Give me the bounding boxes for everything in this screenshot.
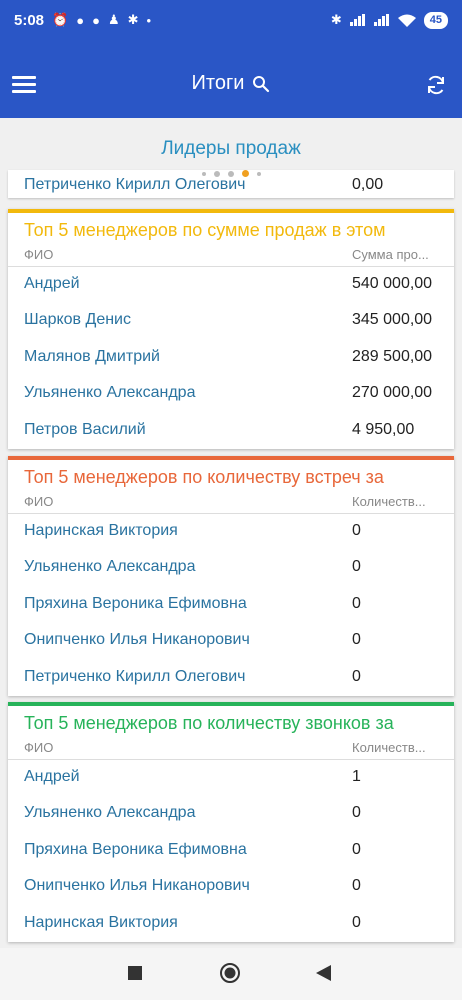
bluetooth-icon: ✱: [330, 12, 342, 27]
top-meetings-card: Топ 5 менеджеров по количеству встреч за…: [8, 456, 454, 696]
manager-value: 0: [352, 522, 361, 539]
page-title: Итоги: [191, 72, 245, 94]
table-row[interactable]: Андрей 1: [8, 760, 454, 796]
table-row[interactable]: Наринская Виктория 0: [8, 514, 454, 550]
status-time: 5:08: [14, 11, 45, 29]
table-row[interactable]: Пряхина Вероника Ефимовна 0: [8, 587, 454, 623]
status-bar: 5:08 ⏰ ● ● ♟ ✱ • ✱ 45: [0, 0, 462, 40]
facebook-icon: ●: [76, 12, 85, 28]
table-header: ФИО Сумма про...: [8, 244, 454, 267]
wifi-icon: [397, 14, 416, 27]
column-header-name: ФИО: [24, 740, 54, 755]
manager-value: 540 000,00: [352, 275, 433, 292]
manager-name: Ульяненко Александра: [24, 558, 196, 576]
page-dot[interactable]: [201, 171, 206, 176]
column-header-value: Сумма про...: [352, 247, 429, 262]
manager-value: 270 000,00: [352, 384, 433, 402]
manager-value: 4 950,00: [352, 420, 415, 438]
manager-name: Онипченко Илья Никанорович: [24, 631, 250, 649]
column-header-name: ФИО: [24, 494, 54, 509]
manager-name: Малянов Дмитрий: [24, 347, 160, 365]
refresh-icon[interactable]: [424, 73, 448, 97]
alarm-icon: ⏰: [52, 12, 69, 27]
page-dot-active[interactable]: [241, 170, 249, 178]
signal-icon-2: [373, 14, 389, 26]
more-notifications-icon: •: [146, 12, 152, 28]
card-title: Топ 5 менеджеров по количеству звонков з…: [24, 713, 394, 733]
table-row[interactable]: Шарков Денис 345 000,00: [8, 303, 454, 339]
battery-indicator: 45: [423, 11, 448, 29]
page-dot[interactable]: [227, 170, 234, 177]
table-row[interactable]: Ульяненко Александра 0: [8, 550, 454, 586]
search-icon[interactable]: [252, 75, 270, 93]
manager-name: Ульяненко Александра: [24, 384, 196, 402]
top-calls-card: Топ 5 менеджеров по количеству звонков з…: [8, 702, 454, 942]
app-bar: Итоги: [0, 40, 462, 118]
table-row[interactable]: Онипченко Илья Никанорович 0: [8, 869, 454, 905]
manager-value: 0: [352, 877, 361, 895]
manager-value: 0: [352, 558, 361, 576]
manager-value: 1: [352, 768, 361, 785]
notification-icon: ✱: [127, 12, 139, 27]
manager-value: 0: [352, 913, 361, 931]
top-sales-card: Топ 5 менеджеров по сумме продаж в этом …: [8, 209, 454, 449]
table-row[interactable]: Андрей 540 000,00: [8, 267, 454, 303]
column-header-value: Количеств...: [352, 740, 426, 755]
card-title: Топ 5 менеджеров по сумме продаж в этом: [24, 220, 386, 240]
manager-name: Наринская Виктория: [24, 522, 178, 539]
table-row[interactable]: Ульяненко Александра 0: [8, 796, 454, 832]
manager-name: Пряхина Вероника Ефимовна: [24, 840, 247, 858]
page-indicator[interactable]: [0, 165, 462, 178]
manager-value: 345 000,00: [352, 311, 433, 329]
manager-name: Шарков Денис: [24, 311, 131, 329]
system-nav-bar: [0, 948, 462, 1000]
manager-value: 0: [352, 804, 361, 822]
page-dot[interactable]: [213, 170, 220, 177]
manager-name: Петриченко Кирилл Олегович: [24, 176, 246, 193]
signal-icon: [349, 14, 365, 26]
person-icon: ♟: [107, 12, 120, 27]
manager-name: Наринская Виктория: [24, 913, 178, 931]
manager-value: 0,00: [352, 176, 384, 193]
table-row[interactable]: Наринская Виктория 0: [8, 906, 454, 942]
column-header-name: ФИО: [24, 247, 54, 262]
content-area[interactable]: Лидеры продаж Петриченко Кирилл Олегович…: [0, 118, 462, 948]
table-row[interactable]: Ульяненко Александра 270 000,00: [8, 376, 454, 412]
table-row[interactable]: Пряхина Вероника Ефимовна 0: [8, 833, 454, 869]
column-header-value: Количеств...: [352, 494, 426, 509]
facebook-icon-2: ●: [92, 12, 100, 28]
card-title: Топ 5 менеджеров по количеству встреч за: [24, 467, 384, 487]
table-row[interactable]: Петров Василий 4 950,00: [8, 413, 454, 449]
table-header: ФИО Количеств...: [8, 737, 454, 760]
table-header: ФИО Количеств...: [8, 491, 454, 514]
manager-value: 0: [352, 631, 361, 649]
page-dot[interactable]: [256, 171, 261, 176]
manager-value: 0: [352, 667, 361, 685]
table-row[interactable]: Петриченко Кирилл Олегович 0: [8, 660, 454, 696]
manager-value: 289 500,00: [352, 347, 433, 365]
nav-recents-icon[interactable]: [128, 966, 142, 980]
manager-name: Петров Василий: [24, 420, 146, 438]
nav-home-icon[interactable]: [219, 962, 241, 984]
manager-name: Андрей: [24, 275, 80, 292]
manager-value: 0: [352, 840, 361, 858]
manager-name: Ульяненко Александра: [24, 804, 196, 822]
manager-name: Петриченко Кирилл Олегович: [24, 667, 246, 685]
table-row[interactable]: Онипченко Илья Никанорович 0: [8, 623, 454, 659]
nav-back-icon[interactable]: [316, 965, 332, 981]
manager-name: Андрей: [24, 768, 80, 785]
manager-name: Пряхина Вероника Ефимовна: [24, 594, 247, 612]
manager-value: 0: [352, 594, 361, 612]
section-title: Лидеры продаж: [161, 138, 301, 159]
manager-name: Онипченко Илья Никанорович: [24, 877, 250, 895]
table-row[interactable]: Малянов Дмитрий 289 500,00: [8, 340, 454, 376]
